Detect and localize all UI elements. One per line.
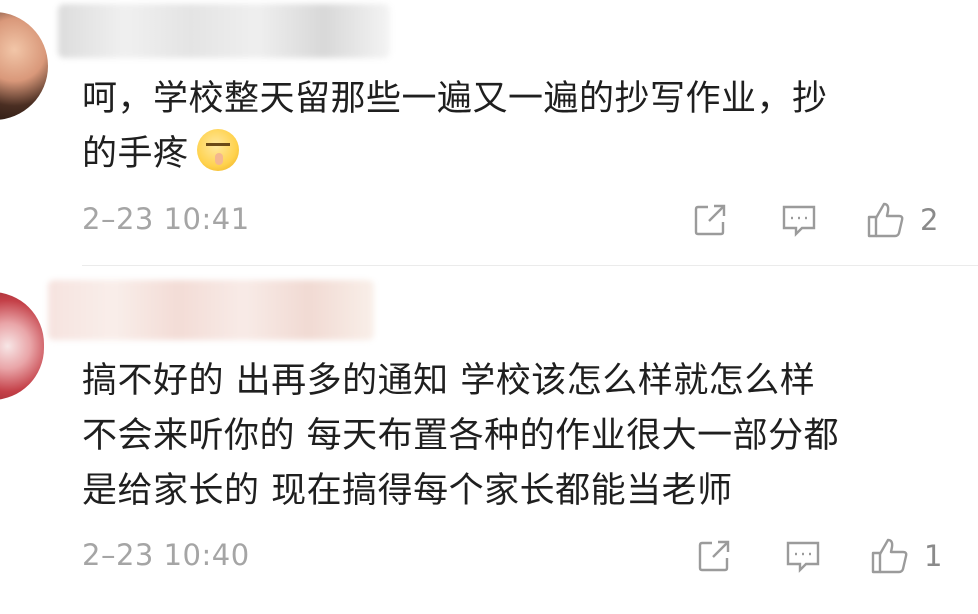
avatar[interactable] xyxy=(0,12,48,120)
comment-text: 搞不好的 出再多的通知 学校该怎么样就怎么样 不会来听你的 每天布置各种的作业很… xyxy=(82,354,942,519)
comment-text-line: 不会来听你的 每天布置各种的作业很大一部分都 xyxy=(82,416,840,456)
timestamp: 2–23 10:40 xyxy=(82,538,250,572)
reply-button[interactable] xyxy=(784,534,822,578)
comment-text-line: 的手疼 xyxy=(82,134,189,174)
comment-text-line: 搞不好的 出再多的通知 学校该怎么样就怎么样 xyxy=(82,361,816,401)
comment-text: 呵，学校整天留那些一遍又一遍的抄写作业，抄 的手疼 xyxy=(82,72,942,182)
thumbs-up-icon xyxy=(871,538,908,574)
comment-text-line: 是给家长的 现在搞得每个家长都能当老师 xyxy=(82,471,733,511)
like-count: 1 xyxy=(924,539,943,573)
comment-icon xyxy=(786,541,820,573)
thumbs-up-icon xyxy=(867,202,904,238)
share-icon xyxy=(694,204,726,236)
comment-meta: 2–23 10:41 2 xyxy=(82,198,962,242)
like-button[interactable]: 1 xyxy=(870,534,942,578)
shushing-face-emoji-icon xyxy=(196,129,239,171)
comment-item: 呵，学校整天留那些一遍又一遍的抄写作业，抄 的手疼 2–23 10:41 2 xyxy=(0,0,978,265)
comment-item: 搞不好的 出再多的通知 学校该怎么样就怎么样 不会来听你的 每天布置各种的作业很… xyxy=(0,266,978,614)
like-button[interactable]: 2 xyxy=(866,198,938,242)
share-button[interactable] xyxy=(696,534,732,578)
reply-button[interactable] xyxy=(780,198,818,242)
like-count: 2 xyxy=(920,203,939,237)
blurred-username xyxy=(48,280,374,340)
avatar[interactable] xyxy=(0,292,44,400)
comment-icon xyxy=(782,205,816,237)
share-icon xyxy=(698,540,730,572)
share-button[interactable] xyxy=(692,198,728,242)
comment-meta: 2–23 10:40 1 xyxy=(82,534,962,578)
comment-text-line: 呵，学校整天留那些一遍又一遍的抄写作业，抄 xyxy=(82,79,828,119)
blurred-username xyxy=(58,4,390,58)
timestamp: 2–23 10:41 xyxy=(82,202,250,236)
